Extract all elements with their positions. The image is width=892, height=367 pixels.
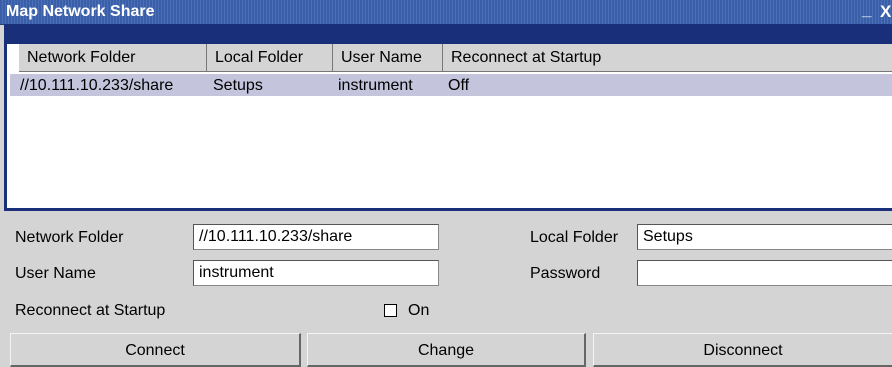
column-header-network-folder[interactable]: Network Folder bbox=[19, 44, 207, 72]
reconnect-checkbox-label[interactable]: On bbox=[408, 302, 429, 320]
cell-reconnect: Off bbox=[448, 77, 470, 94]
local-folder-label: Local Folder bbox=[530, 229, 619, 246]
network-folder-label: Network Folder bbox=[15, 229, 124, 246]
change-button[interactable]: Change bbox=[307, 333, 586, 367]
user-name-label: User Name bbox=[15, 265, 96, 282]
column-header-reconnect[interactable]: Reconnect at Startup bbox=[443, 44, 892, 72]
close-icon[interactable]: X bbox=[880, 2, 891, 22]
network-folder-field[interactable]: //10.111.10.233/share bbox=[193, 224, 439, 250]
title-bar[interactable]: Map Network Share _ X bbox=[0, 0, 892, 25]
password-field[interactable] bbox=[637, 260, 892, 286]
map-network-share-dialog: Map Network Share _ X Network Folder Loc… bbox=[0, 0, 892, 367]
minimize-icon[interactable]: _ bbox=[862, 0, 871, 20]
user-name-field[interactable]: instrument bbox=[193, 260, 439, 286]
column-header-local-folder[interactable]: Local Folder bbox=[207, 44, 333, 72]
cell-user-name: instrument bbox=[338, 77, 413, 94]
column-header-user-name[interactable]: User Name bbox=[333, 44, 443, 72]
cell-network-folder: //10.111.10.233/share bbox=[20, 77, 174, 94]
window-title: Map Network Share bbox=[6, 3, 155, 20]
password-label: Password bbox=[530, 265, 601, 282]
reconnect-checkbox[interactable] bbox=[384, 304, 397, 317]
reconnect-label: Reconnect at Startup bbox=[15, 302, 166, 319]
disconnect-button[interactable]: Disconnect bbox=[593, 333, 892, 367]
local-folder-field[interactable]: Setups bbox=[637, 224, 892, 250]
connect-button[interactable]: Connect bbox=[10, 333, 301, 367]
cell-local-folder: Setups bbox=[213, 77, 263, 94]
